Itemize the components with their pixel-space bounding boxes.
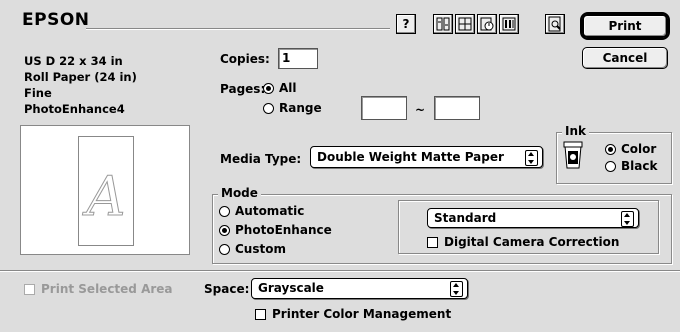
mode-custom-radio[interactable] xyxy=(219,244,230,255)
summary-source: Roll Paper (24 in) xyxy=(24,70,137,84)
mode-legend: Mode xyxy=(218,186,261,200)
preview-page: A xyxy=(78,136,134,246)
ink-black-radio[interactable] xyxy=(605,161,616,172)
epson-logo: EPSON xyxy=(22,10,90,30)
popup-arrows-icon xyxy=(450,281,463,297)
range-separator: ~ xyxy=(415,103,426,117)
ink-color-radio[interactable] xyxy=(605,144,616,155)
mode-custom-label: Custom xyxy=(235,242,286,256)
layout-icon[interactable] xyxy=(455,14,475,34)
ink-color-label: Color xyxy=(621,142,657,156)
mode-photoenhance-radio[interactable] xyxy=(219,225,230,236)
photoenhance-preset-value: Standard xyxy=(434,211,497,225)
pages-range-label: Range xyxy=(279,101,322,115)
digital-camera-checkbox[interactable] xyxy=(427,237,438,248)
range-from-field[interactable] xyxy=(361,96,407,120)
pages-range-radio[interactable] xyxy=(263,103,274,114)
copies-field[interactable]: 1 xyxy=(278,48,318,69)
settings-summary: US D 22 x 34 in Roll Paper (24 in) Fine … xyxy=(24,53,137,117)
popup-arrows-icon xyxy=(621,211,634,227)
print-selected-area-checkbox[interactable] xyxy=(24,284,35,295)
mode-automatic-radio[interactable] xyxy=(219,206,230,217)
photoenhance-preset-popup[interactable]: Standard xyxy=(427,208,639,228)
page-preview: A xyxy=(20,125,190,255)
popup-arrows-icon xyxy=(525,150,538,166)
mode-automatic-label: Automatic xyxy=(235,204,305,218)
ink-black-label: Black xyxy=(621,159,658,173)
background-printing-icon[interactable] xyxy=(477,14,497,34)
advanced-settings-icon[interactable] xyxy=(499,14,519,34)
preview-glyph: A xyxy=(86,165,126,228)
media-type-value: Double Weight Matte Paper xyxy=(317,150,504,164)
copies-label: Copies: xyxy=(220,52,270,66)
print-selected-area-label: Print Selected Area xyxy=(41,282,173,296)
summary-paper-size: US D 22 x 34 in xyxy=(24,54,123,68)
space-label: Space: xyxy=(204,282,250,296)
cancel-button[interactable]: Cancel xyxy=(582,47,668,69)
preview-icon[interactable] xyxy=(545,14,565,34)
help-button[interactable]: ? xyxy=(396,14,416,34)
pages-all-radio[interactable] xyxy=(263,83,274,94)
print-button[interactable]: Print xyxy=(580,12,670,40)
ink-legend: Ink xyxy=(562,124,589,138)
pages-all-label: All xyxy=(279,81,297,95)
media-type-popup[interactable]: Double Weight Matte Paper xyxy=(310,146,543,168)
printer-color-management-label: Printer Color Management xyxy=(272,307,452,321)
range-to-field[interactable] xyxy=(434,96,480,120)
header-divider xyxy=(86,28,390,30)
ink-cartridge-icon xyxy=(562,140,584,173)
help-icon: ? xyxy=(402,17,410,31)
space-popup[interactable]: Grayscale xyxy=(251,278,468,299)
summary-quality: Fine xyxy=(24,86,52,100)
bottom-divider xyxy=(0,270,680,272)
space-value: Grayscale xyxy=(258,281,324,295)
media-type-label: Media Type: xyxy=(220,152,302,166)
printer-utility-icon[interactable] xyxy=(433,14,453,34)
summary-mode: PhotoEnhance4 xyxy=(24,102,125,116)
mode-photoenhance-label: PhotoEnhance xyxy=(235,223,332,237)
pages-label: Pages: xyxy=(220,82,266,96)
printer-color-management-checkbox[interactable] xyxy=(255,309,266,320)
digital-camera-label: Digital Camera Correction xyxy=(444,235,620,249)
